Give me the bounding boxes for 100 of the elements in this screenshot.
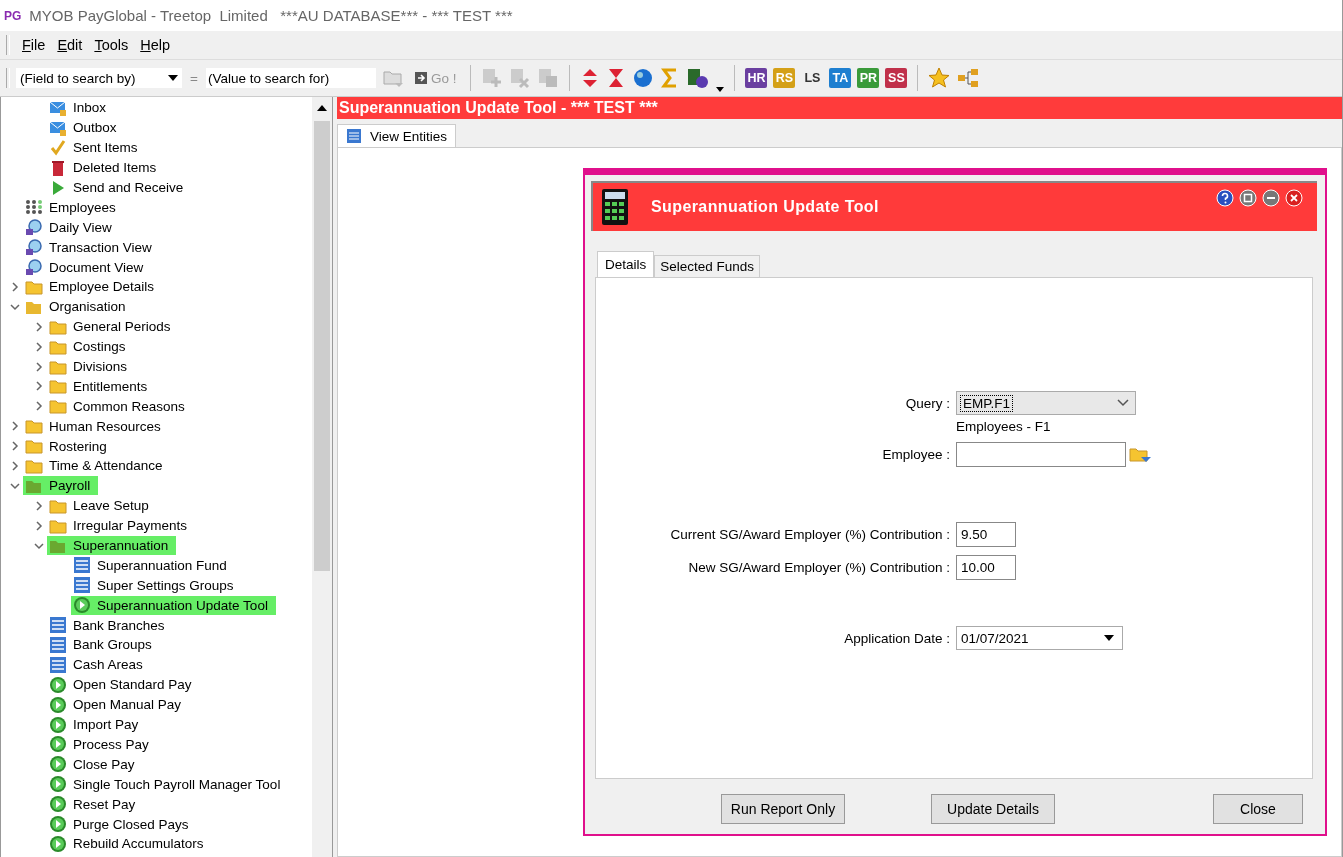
tree-item[interactable]: Cash Areas bbox=[47, 655, 151, 675]
contribution-field[interactable]: 9.50 bbox=[956, 522, 1016, 547]
tree-item[interactable]: Employees bbox=[23, 197, 124, 217]
tree-item[interactable]: Single Touch Payroll Manager Tool bbox=[47, 774, 289, 794]
tree-item[interactable]: Process Pay bbox=[47, 734, 157, 754]
list-icon bbox=[49, 616, 67, 635]
module-button[interactable]: LS bbox=[801, 68, 824, 88]
tree-item[interactable]: Leave Setup bbox=[47, 496, 157, 516]
tree-item[interactable]: Reset Pay bbox=[47, 794, 144, 814]
tree-item[interactable]: Irregular Payments bbox=[47, 516, 196, 536]
menu-item[interactable]: Help bbox=[140, 37, 171, 53]
run-icon bbox=[73, 596, 91, 615]
dropdown-arrow-icon[interactable] bbox=[716, 87, 725, 92]
maximize-icon[interactable] bbox=[1239, 189, 1257, 207]
star-icon[interactable] bbox=[928, 67, 951, 89]
equals-sign: = bbox=[190, 70, 198, 86]
chevron-icon[interactable] bbox=[33, 519, 45, 532]
module-button[interactable]: HR bbox=[745, 68, 768, 88]
field-label: New SG/Award Employer (%) Contribution : bbox=[687, 560, 951, 575]
tree-item[interactable]: Costings bbox=[47, 337, 134, 357]
tree-item[interactable]: Time & Attendance bbox=[23, 456, 171, 476]
contribution-field[interactable]: 10.00 bbox=[956, 555, 1016, 580]
chevron-icon[interactable] bbox=[33, 320, 45, 333]
employee-field[interactable] bbox=[956, 442, 1126, 467]
date-picker[interactable]: 01/07/2021 bbox=[956, 626, 1123, 650]
run-icon bbox=[49, 735, 67, 754]
tree-item[interactable]: Employee Details bbox=[23, 277, 163, 297]
folder-icon bbox=[49, 377, 67, 396]
chevron-icon[interactable] bbox=[33, 380, 45, 393]
chevron-icon[interactable] bbox=[9, 420, 21, 433]
magnifier-icon bbox=[25, 238, 43, 257]
tree-item[interactable]: Common Reasons bbox=[47, 396, 193, 416]
trash-icon bbox=[49, 158, 67, 177]
tree-item[interactable]: Inbox bbox=[47, 98, 115, 118]
search-field[interactable]: (Value to search for) bbox=[205, 68, 376, 88]
magnifier-icon bbox=[25, 218, 43, 237]
minimize-icon[interactable] bbox=[1262, 189, 1280, 207]
field-dropdown[interactable]: (Field to search by) bbox=[16, 68, 182, 88]
scrollbar[interactable] bbox=[312, 97, 332, 857]
tree-item[interactable]: Open Standard Pay bbox=[47, 675, 200, 695]
tree-item[interactable]: Send and Receive bbox=[47, 178, 192, 197]
help-icon[interactable] bbox=[1216, 189, 1234, 207]
menu-item[interactable]: File bbox=[22, 37, 46, 53]
globe-icon[interactable] bbox=[632, 67, 655, 89]
tree-item[interactable]: Deleted Items bbox=[47, 158, 165, 178]
chevron-icon[interactable] bbox=[33, 360, 45, 373]
chevron-icon[interactable] bbox=[33, 340, 45, 353]
tree-item[interactable]: Divisions bbox=[47, 357, 135, 376]
tree-item[interactable]: Rebuild Accumulators bbox=[47, 834, 212, 854]
run-icon bbox=[49, 715, 67, 734]
run-report-button[interactable]: Run Report Only bbox=[721, 794, 845, 824]
tree-item[interactable]: Super Settings Groups bbox=[71, 575, 242, 595]
tree-item[interactable]: Organisation bbox=[23, 297, 134, 317]
tree-item[interactable]: Entitlements bbox=[47, 376, 156, 396]
menu-item[interactable]: Edit bbox=[57, 37, 83, 53]
folder-icon bbox=[25, 417, 43, 436]
tree-item[interactable]: Daily View bbox=[23, 217, 120, 237]
chevron-icon[interactable] bbox=[9, 459, 21, 472]
tree-item[interactable]: Purge Closed Pays bbox=[47, 814, 197, 834]
scroll-up-icon[interactable] bbox=[317, 105, 327, 111]
tree-item[interactable]: Open Manual Pay bbox=[47, 695, 190, 715]
tree-item[interactable]: Outbox bbox=[47, 118, 125, 138]
tree-item[interactable]: Import Pay bbox=[47, 715, 147, 735]
list-icon bbox=[49, 655, 67, 674]
tree-item[interactable]: General Periods bbox=[47, 317, 179, 337]
dropdown-arrow-icon bbox=[168, 75, 178, 81]
tree-item[interactable]: Transaction View bbox=[23, 237, 160, 257]
menu-item[interactable]: Tools bbox=[94, 37, 129, 53]
folder-icon bbox=[25, 437, 43, 456]
tree-item[interactable]: Superannuation Update Tool bbox=[71, 595, 276, 615]
tree-item[interactable]: Rostering bbox=[23, 436, 115, 456]
tab[interactable]: Details bbox=[597, 251, 655, 277]
tree-item[interactable]: Close Pay bbox=[47, 754, 143, 774]
run-icon bbox=[49, 815, 67, 833]
tree-item[interactable]: Superannuation bbox=[47, 536, 177, 556]
module-button[interactable]: SS bbox=[885, 68, 908, 88]
module-button[interactable]: TA bbox=[829, 68, 852, 88]
folder-icon bbox=[49, 397, 67, 416]
tree-item[interactable]: Bank Branches bbox=[47, 615, 173, 635]
dots-grid-icon bbox=[25, 198, 43, 217]
chevron-icon[interactable] bbox=[33, 400, 45, 413]
content-title: Superannuation Update Tool - *** TEST *** bbox=[337, 97, 1342, 119]
close-button[interactable]: Close bbox=[1213, 794, 1303, 824]
tree-item[interactable]: Payroll bbox=[23, 476, 99, 496]
tree-item[interactable]: Document View bbox=[23, 257, 152, 277]
tree-item[interactable]: Sent Items bbox=[47, 138, 146, 158]
tab[interactable]: View Entities bbox=[337, 124, 457, 147]
query-dropdown[interactable]: EMP.F1 bbox=[956, 391, 1136, 415]
chevron-icon[interactable] bbox=[33, 499, 45, 512]
field-label: Current SG/Award Employer (%) Contribution : bbox=[669, 527, 951, 542]
close-icon[interactable] bbox=[1285, 189, 1303, 207]
chevron-icon[interactable] bbox=[9, 440, 21, 453]
update-button[interactable]: Update Details bbox=[931, 794, 1055, 824]
field-label: Application Date : bbox=[843, 630, 951, 646]
tree-item[interactable]: Superannuation Fund bbox=[71, 555, 235, 575]
run-icon bbox=[49, 695, 67, 714]
chevron-icon[interactable] bbox=[9, 280, 21, 293]
module-button[interactable]: PR bbox=[857, 68, 880, 88]
tree-item[interactable]: Human Resources bbox=[23, 416, 169, 436]
tree-item[interactable]: Bank Groups bbox=[47, 635, 160, 655]
